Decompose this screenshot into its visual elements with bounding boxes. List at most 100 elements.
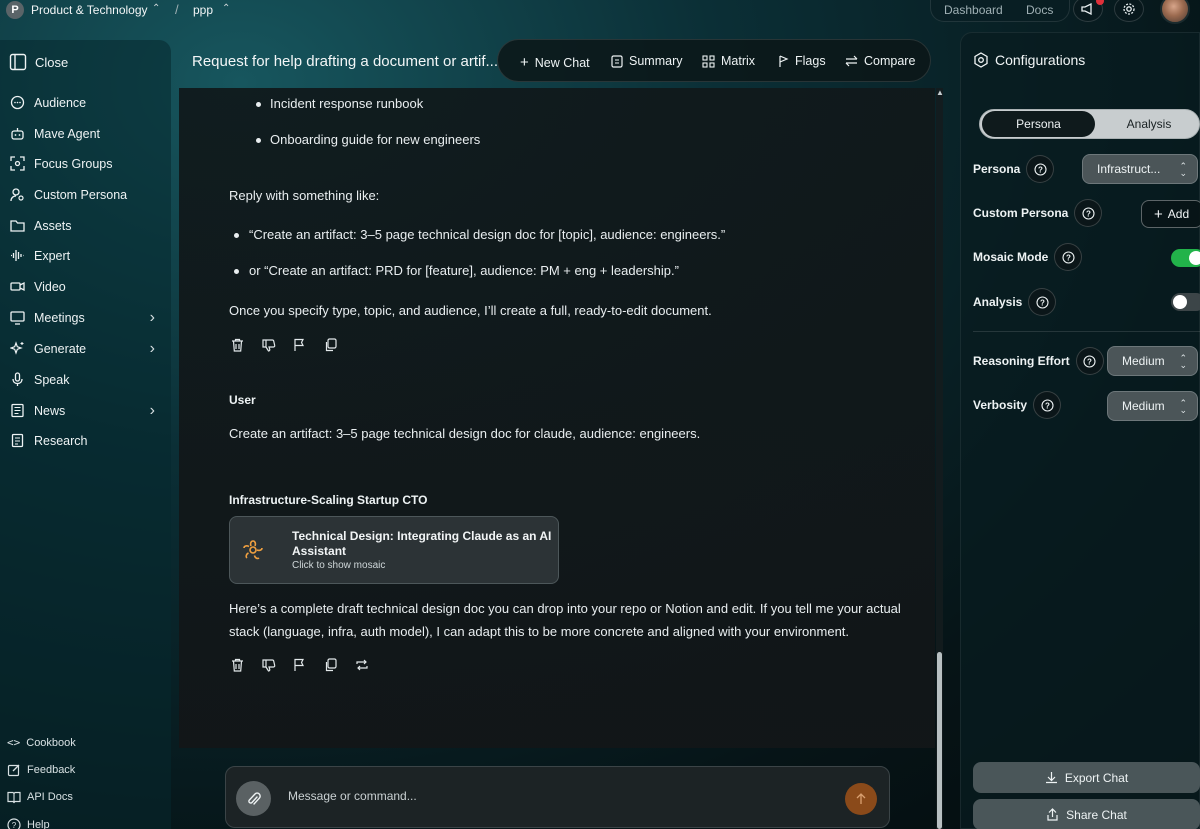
regenerate-button[interactable] — [355, 657, 386, 673]
share-chat-button[interactable]: Share Chat — [973, 799, 1200, 829]
artifact-subtitle: Click to show mosaic — [292, 560, 386, 571]
reasoning-effort-select[interactable]: Medium ⌃ ⌄ — [1107, 346, 1198, 376]
footer-link-label: API Docs — [27, 791, 73, 803]
configurations-title: Configurations — [995, 52, 1086, 68]
thumbs-down-icon — [262, 659, 276, 672]
tab-new-chat[interactable]: + New Chat — [520, 54, 590, 71]
delete-button[interactable] — [231, 657, 262, 673]
sidebar-item-assets[interactable]: Assets — [9, 217, 161, 234]
docs-link[interactable]: Docs — [1026, 3, 1053, 17]
analysis-toggle[interactable] — [1171, 293, 1200, 311]
mosaic-help-button[interactable]: ? — [1054, 243, 1083, 271]
workspace-avatar[interactable]: P — [6, 1, 24, 19]
download-icon — [1045, 772, 1057, 784]
project-switch-icon[interactable]: ⌃ — [222, 3, 230, 14]
attach-button[interactable] — [236, 781, 271, 816]
segment-analysis[interactable]: Analysis — [1098, 111, 1200, 137]
settings-button[interactable] — [1114, 0, 1144, 22]
sidebar-item-speak[interactable]: Speak — [9, 371, 161, 388]
paperclip-icon — [247, 791, 261, 805]
dislike-button[interactable] — [262, 337, 293, 353]
segment-persona[interactable]: Persona — [982, 111, 1095, 137]
footer-feedback-link[interactable]: Feedback — [7, 763, 75, 777]
send-button[interactable] — [845, 783, 877, 815]
bullet-dot — [256, 138, 261, 143]
mosaic-mode-toggle[interactable] — [1171, 249, 1200, 267]
copy-button[interactable] — [324, 337, 355, 353]
chevron-right-icon[interactable]: › — [150, 340, 155, 358]
sidebar-item-generate[interactable]: Generate › — [9, 340, 161, 357]
delete-button[interactable] — [231, 337, 262, 353]
share-icon — [1047, 808, 1058, 821]
user-avatar[interactable] — [1160, 0, 1190, 24]
persona-label: Persona — [973, 162, 1021, 176]
sidebar-item-news[interactable]: News › — [9, 402, 161, 419]
dashboard-link[interactable]: Dashboard — [944, 3, 1003, 17]
microphone-icon — [9, 371, 26, 388]
assistant-final-line-1: Here’s a complete draft technical design… — [229, 601, 901, 616]
scroll-up-icon[interactable]: ▲ — [936, 88, 944, 97]
analysis-label: Analysis — [973, 295, 1023, 309]
svg-text:?: ? — [12, 821, 17, 829]
chevron-right-icon[interactable]: › — [150, 309, 155, 327]
artifact-card[interactable]: Technical Design: Integrating Claude as … — [229, 516, 559, 584]
flag-icon — [779, 54, 789, 67]
verbosity-help-button[interactable]: ? — [1033, 391, 1062, 419]
sidebar-item-audience[interactable]: Audience — [9, 94, 161, 111]
workspace-switch-icon[interactable]: ⌃ — [152, 3, 160, 14]
project-name[interactable]: ppp — [193, 3, 213, 17]
flag-button[interactable] — [293, 337, 324, 353]
sidebar-close-button[interactable]: Close — [9, 53, 68, 71]
dislike-button[interactable] — [262, 657, 293, 673]
export-chat-label: Export Chat — [1064, 770, 1129, 785]
sidebar-close-label: Close — [35, 54, 69, 70]
message-input[interactable] — [288, 787, 828, 805]
grid-icon — [702, 54, 715, 68]
tab-summary[interactable]: Summary — [611, 54, 682, 68]
custom-persona-help-button[interactable]: ? — [1074, 199, 1103, 227]
chevron-up-down-icon: ⌃ ⌄ — [1179, 398, 1187, 415]
svg-text:?: ? — [1066, 253, 1071, 262]
add-custom-persona-button[interactable]: + Add — [1141, 200, 1200, 228]
analysis-help-button[interactable]: ? — [1028, 288, 1057, 316]
chevron-right-icon[interactable]: › — [150, 402, 155, 420]
tab-label: New Chat — [534, 55, 590, 70]
sidebar-item-mave-agent[interactable]: Mave Agent — [9, 125, 161, 142]
footer-api-docs-link[interactable]: API Docs — [7, 790, 73, 804]
tab-matrix[interactable]: Matrix — [702, 54, 755, 68]
chat-transcript — [179, 88, 935, 748]
verbosity-select[interactable]: Medium ⌃ ⌄ — [1107, 391, 1198, 421]
chevron-up-down-icon: ⌃ ⌄ — [1179, 161, 1187, 178]
sidebar-item-research[interactable]: Research — [9, 432, 161, 449]
flag-button[interactable] — [293, 657, 324, 673]
reasoning-effort-label: Reasoning Effort — [973, 354, 1070, 368]
persona-help-button[interactable]: ? — [1026, 155, 1055, 183]
sidebar-item-expert[interactable]: Expert — [9, 247, 161, 264]
chat-scroll-thumb[interactable] — [937, 652, 942, 829]
sidebar-item-label: Focus Groups — [34, 156, 113, 171]
workspace-name[interactable]: Product & Technology — [31, 3, 148, 17]
chat-toolbar: + New Chat Summary Matrix Flags Compare — [497, 39, 931, 82]
sidebar-item-video[interactable]: Video — [9, 278, 161, 295]
folder-icon — [9, 217, 26, 234]
svg-text:?: ? — [1087, 357, 1092, 366]
mosaic-mode-label: Mosaic Mode — [973, 250, 1049, 264]
chat-dots-icon — [9, 94, 26, 111]
gear-icon — [1123, 3, 1135, 15]
footer-help-link[interactable]: ? Help — [7, 818, 50, 829]
chat-title: Request for help drafting a document or … — [192, 53, 498, 70]
sidebar-item-focus-groups[interactable]: Focus Groups — [9, 155, 161, 172]
export-chat-button[interactable]: Export Chat — [973, 762, 1200, 793]
footer-cookbook-link[interactable]: <> Cookbook — [7, 736, 76, 749]
persona-select[interactable]: Infrastruct... ⌃ ⌄ — [1082, 154, 1198, 184]
reasoning-help-button[interactable]: ? — [1075, 347, 1104, 375]
copy-button[interactable] — [324, 657, 355, 673]
tab-flags[interactable]: Flags — [778, 54, 826, 68]
sidebar-item-custom-persona[interactable]: Custom Persona — [9, 186, 161, 203]
sidebar-item-meetings[interactable]: Meetings › — [9, 309, 161, 326]
summary-icon — [611, 54, 623, 68]
tab-compare[interactable]: Compare — [845, 54, 915, 68]
edit-icon — [7, 764, 20, 777]
help-icon: ? — [1040, 398, 1054, 412]
persona-row: Persona ? — [973, 155, 1055, 183]
